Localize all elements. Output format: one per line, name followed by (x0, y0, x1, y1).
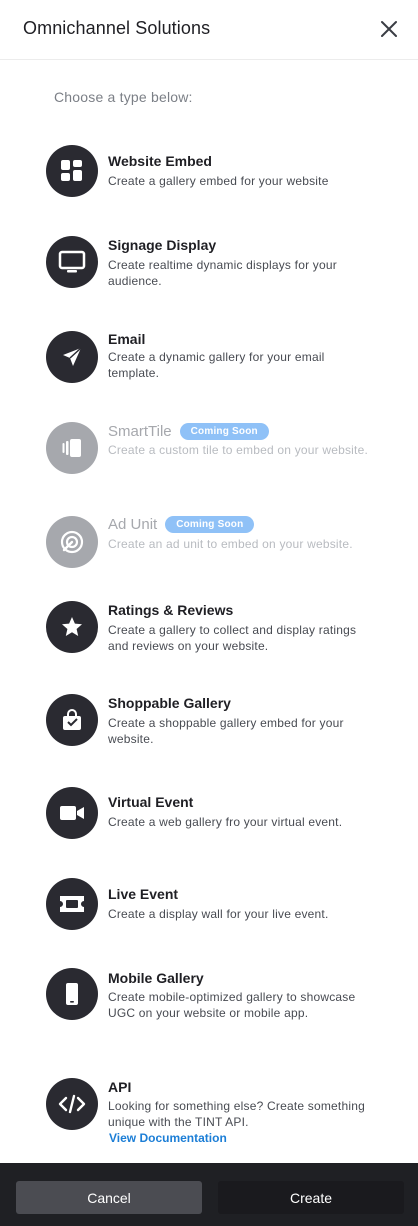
option-title: Live Event (108, 886, 179, 902)
shopping-bag-icon (46, 694, 98, 746)
paper-plane-icon (46, 331, 98, 383)
create-button[interactable]: Create (218, 1181, 404, 1214)
video-camera-icon (46, 787, 98, 839)
type-option-shoppable-gallery[interactable]: Shoppable Gallery Create a shoppable gal… (0, 694, 418, 750)
view-documentation-link[interactable]: View Documentation (109, 1131, 227, 1145)
option-title: Signage Display (108, 237, 217, 253)
option-title: Shoppable Gallery (108, 695, 231, 711)
grid-icon (46, 145, 98, 197)
option-title: Mobile Gallery (108, 970, 204, 986)
option-title: Ad Unit Coming Soon (108, 516, 255, 533)
option-description: Create a custom tile to embed on your we… (108, 443, 368, 457)
option-description: Create a web gallery fro your virtual ev… (108, 815, 343, 829)
type-option-signage-display[interactable]: Signage Display Create realtime dynamic … (0, 236, 418, 292)
option-title: Email (108, 331, 146, 347)
type-option-ad-unit: Ad Unit Coming Soon Create an ad unit to… (0, 516, 418, 572)
type-option-email[interactable]: Email Create a dynamic gallery for your … (0, 331, 418, 387)
close-icon[interactable] (379, 19, 399, 39)
type-option-mobile-gallery[interactable]: Mobile Gallery Create mobile-optimized g… (0, 968, 418, 1024)
type-option-smarttile: SmartTile Coming Soon Create a custom ti… (0, 422, 418, 478)
choose-type-prompt: Choose a type below: (54, 89, 193, 105)
modal-footer: Cancel Create (0, 1163, 418, 1226)
option-title: API (108, 1079, 132, 1095)
option-description: Create a gallery embed for your website (108, 174, 329, 188)
mobile-icon (46, 968, 98, 1020)
modal-header: Omnichannel Solutions (0, 0, 418, 60)
coming-soon-badge: Coming Soon (179, 423, 269, 440)
option-description: Create a dynamic gallery for your email … (108, 350, 325, 380)
option-description: Create mobile-optimized gallery to showc… (108, 990, 356, 1020)
coming-soon-badge: Coming Soon (165, 516, 255, 533)
option-title: Website Embed (108, 153, 212, 169)
type-option-virtual-event[interactable]: Virtual Event Create a web gallery fro y… (0, 787, 418, 843)
option-description: Create a display wall for your live even… (108, 907, 329, 921)
type-option-live-event[interactable]: Live Event Create a display wall for you… (0, 878, 418, 934)
option-title: SmartTile Coming Soon (108, 423, 269, 440)
modal-title: Omnichannel Solutions (23, 18, 211, 38)
option-title: Virtual Event (108, 794, 194, 810)
option-description: Create realtime dynamic displays for you… (108, 258, 337, 288)
ticket-icon (46, 878, 98, 930)
type-option-ratings-reviews[interactable]: Ratings & Reviews Create a gallery to co… (0, 601, 418, 657)
monitor-icon (46, 236, 98, 288)
option-description: Create a gallery to collect and display … (108, 623, 357, 653)
option-description: Looking for something else? Create somet… (108, 1099, 365, 1129)
type-option-api[interactable]: API Looking for something else? Create s… (0, 1078, 418, 1148)
option-description: Create an ad unit to embed on your websi… (108, 537, 353, 551)
cancel-button[interactable]: Cancel (16, 1181, 202, 1214)
code-icon (46, 1078, 98, 1130)
option-title: Ratings & Reviews (108, 602, 234, 618)
type-option-website-embed[interactable]: Website Embed Create a gallery embed for… (0, 145, 418, 201)
option-description: Create a shoppable gallery embed for you… (108, 716, 344, 746)
star-icon (46, 601, 98, 653)
target-icon (46, 516, 98, 568)
tile-icon (46, 422, 98, 474)
